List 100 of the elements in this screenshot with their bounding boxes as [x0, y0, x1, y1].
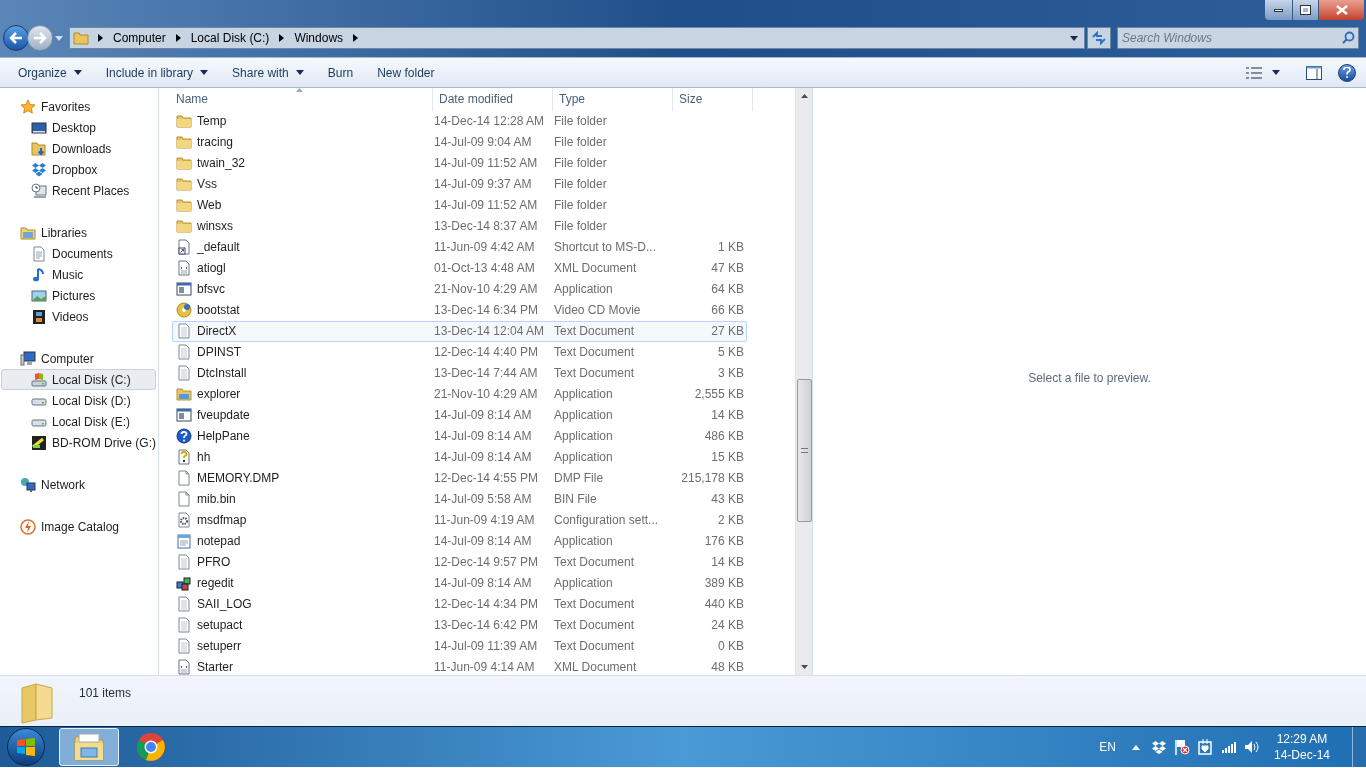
address-bar[interactable]: Computer Local Disk (C:) Windows	[69, 27, 1085, 49]
taskbar-button[interactable]	[59, 728, 119, 766]
speaker-icon[interactable]	[1243, 740, 1260, 754]
column-header[interactable]: Size	[673, 88, 753, 111]
minimize-button[interactable]	[1265, 0, 1292, 20]
file-row[interactable]: _default 11-Jun-09 4:42 AM Shortcut to MS-D... 1 KB	[172, 236, 747, 258]
date-cell-text: 14-Jul-09 8:14 AM	[434, 449, 533, 467]
file-row[interactable]: Temp 14-Dec-14 12:28 AM File folder	[172, 110, 747, 132]
nav-item[interactable]: Computer	[0, 348, 156, 369]
column-header[interactable]: Name	[159, 88, 433, 111]
power-plug-icon[interactable]	[1197, 739, 1212, 755]
nav-item[interactable]: Videos	[1, 306, 156, 327]
type-cell-text: Application	[554, 575, 614, 593]
file-row[interactable]: DirectX 13-Dec-14 12:04 AM Text Document 27 KB	[172, 320, 747, 342]
scrollbar[interactable]	[795, 88, 812, 675]
file-row[interactable]: bfsvc 21-Nov-10 4:29 AM Application 64 KB	[172, 278, 747, 300]
nav-item[interactable]: Documents	[1, 243, 156, 264]
nav-item[interactable]: Recent Places	[1, 180, 156, 201]
file-row[interactable]: DtcInstall 13-Dec-14 7:44 AM Text Document 3 KB	[172, 362, 747, 384]
nav-item[interactable]: Local Disk (E:)	[1, 411, 156, 432]
file-row[interactable]: MEMORY.DMP 12-Dec-14 4:55 PM DMP File 215,178 KB	[172, 467, 747, 489]
file-row[interactable]: hh 14-Jul-09 8:14 AM Application 15 KB	[172, 446, 747, 468]
date-cell-text: 12-Dec-14 4:40 PM	[434, 344, 540, 362]
file-row[interactable]: fveupdate 14-Jul-09 8:14 AM Application 14 KB	[172, 404, 747, 426]
scroll-down-icon	[800, 665, 808, 669]
file-row[interactable]: setupact 13-Dec-14 6:42 PM Text Document 24 KB	[172, 614, 747, 636]
date-cell-text: 14-Jul-09 8:14 AM	[434, 407, 533, 425]
toolbar-button[interactable]: Include in library	[95, 60, 219, 85]
clock-time[interactable]: 12:29 AM	[1276, 731, 1328, 747]
file-row[interactable]: bootstat 13-Dec-14 6:34 PM Video CD Movie 66 KB	[172, 299, 747, 321]
file-row[interactable]: PFRO 12-Dec-14 9:57 PM Text Document 14 KB	[172, 551, 747, 573]
nav-item[interactable]: Pictures	[1, 285, 156, 306]
start-button[interactable]	[7, 728, 45, 766]
signal-bars-icon[interactable]	[1221, 741, 1236, 753]
size-cell-text: 389 KB	[703, 575, 744, 593]
file-row[interactable]: twain_32 14-Jul-09 11:52 AM File folder	[172, 152, 747, 174]
file-row[interactable]: explorer 21-Nov-10 4:29 AM Application 2,555 KB	[172, 383, 747, 405]
text-document-icon	[176, 554, 192, 571]
file-row[interactable]: Web 14-Jul-09 11:52 AM File folder	[172, 194, 747, 216]
nav-item[interactable]: Libraries	[0, 222, 156, 243]
date-cell-text: 14-Jul-09 11:52 AM	[434, 197, 539, 215]
column-header[interactable]: Type	[553, 88, 673, 111]
show-hidden-icons-button[interactable]	[1131, 744, 1140, 750]
forward-button[interactable]	[27, 25, 53, 51]
language-indicator[interactable]: EN	[1099, 738, 1116, 756]
file-row[interactable]: Vss 14-Jul-09 9:37 AM File folder	[172, 173, 747, 195]
breadcrumb-separator-icon[interactable]	[175, 34, 181, 42]
nav-item[interactable]: Network	[0, 474, 156, 495]
size-cell-text: 1 KB	[717, 239, 744, 257]
file-row[interactable]: notepad 14-Jul-09 8:14 AM Application 176 KB	[172, 530, 747, 552]
type-cell-text: Text Document	[554, 323, 636, 341]
toolbar-button[interactable]: Share with	[222, 60, 314, 85]
nav-item[interactable]: BD-ROM Drive (G:)	[1, 432, 156, 453]
application-window-icon	[176, 407, 192, 424]
file-row[interactable]: SAII_LOG 12-Dec-14 4:34 PM Text Document 440 KB	[172, 593, 747, 615]
nav-item[interactable]: Local Disk (D:)	[1, 390, 156, 411]
back-button[interactable]	[3, 25, 29, 51]
file-row[interactable]: DPINST 12-Dec-14 4:40 PM Text Document 5 KB	[172, 341, 747, 363]
dropbox-icon[interactable]	[1151, 740, 1166, 754]
file-row[interactable]: Starter 11-Jun-09 4:14 AM XML Document 48 KB	[172, 656, 747, 675]
nav-item[interactable]: Downloads	[1, 138, 156, 159]
file-row[interactable]: setuperr 14-Jul-09 11:39 AM Text Document 0 KB	[172, 635, 747, 657]
breadcrumb-separator-icon[interactable]	[279, 34, 285, 42]
breadcrumb-item[interactable]: Computer	[112, 29, 167, 47]
nav-item[interactable]: Image Catalog	[0, 516, 156, 537]
file-row[interactable]: winsxs 13-Dec-14 8:37 AM File folder	[172, 215, 747, 237]
file-row[interactable]: atiogl 01-Oct-13 4:48 AM XML Document 47 KB	[172, 257, 747, 279]
size-cell-text: 15 KB	[710, 449, 744, 467]
column-header[interactable]: Date modified	[433, 88, 553, 111]
toolbar-button[interactable]: Burn	[317, 60, 364, 85]
file-row[interactable]: regedit 14-Jul-09 8:14 AM Application 389 KB	[172, 572, 747, 594]
file-row[interactable]: HelpPane 14-Jul-09 8:14 AM Application 486 KB	[172, 425, 747, 447]
nav-item[interactable]: Local Disk (C:)	[1, 369, 156, 390]
show-desktop-button[interactable]	[1352, 727, 1366, 767]
file-row[interactable]: msdfmap 11-Jun-09 4:19 AM Configuration sett... 2 KB	[172, 509, 747, 531]
help-button[interactable]	[1338, 63, 1356, 82]
search-field[interactable]: Search Windows	[1117, 27, 1359, 49]
toolbar-button[interactable]: Organize	[8, 60, 92, 85]
shortcut-icon	[176, 239, 192, 256]
close-button[interactable]	[1318, 0, 1364, 20]
flag-error-icon[interactable]	[1173, 739, 1190, 755]
left-arrow-icon	[9, 32, 23, 44]
network-globe-icon	[20, 476, 36, 493]
file-row[interactable]: mib.bin 14-Jul-09 5:58 AM BIN File 43 KB	[172, 488, 747, 510]
breadcrumb-item[interactable]: Local Disk (C:)	[189, 29, 271, 47]
scrollbar-thumb[interactable]	[796, 379, 812, 522]
nav-item[interactable]: Dropbox	[1, 159, 156, 180]
toolbar-button[interactable]: New folder	[367, 60, 445, 85]
size-cell-text: 24 KB	[710, 617, 744, 635]
file-row[interactable]: tracing 14-Jul-09 9:04 AM File folder	[172, 131, 747, 153]
nav-item[interactable]: Favorites	[0, 96, 156, 117]
type-cell-text: Video CD Movie	[554, 302, 642, 320]
nav-item[interactable]: Desktop	[1, 117, 156, 138]
clock-date[interactable]: 14-Dec-14	[1273, 747, 1330, 763]
restore-button[interactable]	[1292, 0, 1318, 20]
breadcrumb-separator-icon[interactable]	[353, 34, 359, 42]
breadcrumb-item[interactable]: Windows	[293, 29, 345, 47]
nav-item[interactable]: Music	[1, 264, 156, 285]
file-name: MEMORY.DMP	[197, 470, 280, 488]
breadcrumb-separator-icon[interactable]	[98, 34, 103, 42]
